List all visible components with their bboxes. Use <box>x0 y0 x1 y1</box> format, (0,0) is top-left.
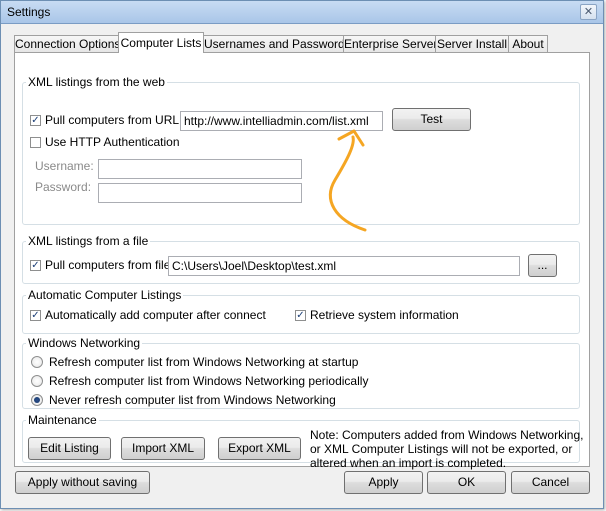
browse-button[interactable]: ... <box>528 254 557 277</box>
tab-connection-options[interactable]: Connection Options <box>14 35 120 52</box>
username-label: Username: <box>35 159 94 173</box>
pull-url-checkbox[interactable]: ✓ <box>30 115 41 126</box>
refresh-startup-radio[interactable] <box>31 356 43 368</box>
http-auth-checkbox[interactable] <box>30 137 41 148</box>
auto-listings-legend: Automatic Computer Listings <box>28 288 182 302</box>
test-button[interactable]: Test <box>392 108 471 131</box>
pull-file-label[interactable]: Pull computers from file: <box>45 258 174 272</box>
annotation-arrow <box>328 129 367 232</box>
auto-add-checkbox[interactable]: ✓ <box>30 310 41 321</box>
note-line: altered when an import is completed. <box>310 456 507 470</box>
tab-about[interactable]: About <box>508 35 548 52</box>
window-title: Settings <box>7 5 51 19</box>
settings-window: Settings ✕ Connection Options Computer L… <box>0 0 604 509</box>
tab-computer-lists[interactable]: Computer Lists <box>118 32 204 53</box>
checkmark-icon: ✓ <box>296 310 305 321</box>
title-bar[interactable]: Settings ✕ <box>1 1 603 24</box>
apply-without-saving-button[interactable]: Apply without saving <box>15 471 150 494</box>
auto-add-label[interactable]: Automatically add computer after connect <box>45 308 266 322</box>
checkmark-icon: ✓ <box>31 115 40 126</box>
retrieve-info-checkbox[interactable]: ✓ <box>295 310 306 321</box>
import-xml-button[interactable]: Import XML <box>121 437 205 460</box>
xml-file-legend: XML listings from a file <box>28 234 149 248</box>
tab-enterprise-server[interactable]: Enterprise Server <box>343 35 437 52</box>
arrow-shaft <box>328 135 367 232</box>
retrieve-info-label[interactable]: Retrieve system information <box>310 308 459 322</box>
http-auth-label[interactable]: Use HTTP Authentication <box>45 135 180 149</box>
refresh-startup-label[interactable]: Refresh computer list from Windows Netwo… <box>49 355 358 369</box>
arrow-head <box>337 129 365 147</box>
username-field[interactable] <box>98 159 302 179</box>
computer-lists-panel: XML listings from the web ✓ Pull compute… <box>14 52 590 470</box>
pull-file-checkbox[interactable]: ✓ <box>30 260 41 271</box>
edit-listing-button[interactable]: Edit Listing <box>28 437 111 460</box>
file-path-input[interactable]: C:\Users\Joel\Desktop\test.xml <box>168 256 520 276</box>
refresh-periodic-label[interactable]: Refresh computer list from Windows Netwo… <box>49 374 368 388</box>
windows-networking-legend: Windows Networking <box>28 336 141 350</box>
password-label: Password: <box>35 180 92 194</box>
export-xml-button[interactable]: Export XML <box>218 437 301 460</box>
tab-usernames-and-passwords[interactable]: Usernames and Passwords <box>203 35 351 52</box>
pull-url-label[interactable]: Pull computers from URL: <box>45 113 182 127</box>
checkmark-icon: ✓ <box>31 260 40 271</box>
dialog-client: Connection Options Computer Lists Userna… <box>2 24 602 508</box>
maintenance-legend: Maintenance <box>28 413 97 427</box>
xml-web-legend: XML listings from the web <box>28 75 165 89</box>
note-line: Note: Computers added from Windows Netwo… <box>310 428 584 442</box>
note-line: or XML Computer Listings will not be exp… <box>310 442 573 456</box>
tab-server-install[interactable]: Server Install <box>435 35 509 52</box>
password-field[interactable] <box>98 183 302 203</box>
never-refresh-radio[interactable] <box>31 394 43 406</box>
close-button[interactable]: ✕ <box>580 4 597 20</box>
cancel-button[interactable]: Cancel <box>511 471 590 494</box>
ok-button[interactable]: OK <box>427 471 506 494</box>
maintenance-note: Note: Computers added from Windows Netwo… <box>310 428 583 470</box>
apply-button[interactable]: Apply <box>344 471 423 494</box>
never-refresh-label[interactable]: Never refresh computer list from Windows… <box>49 393 336 407</box>
checkmark-icon: ✓ <box>31 310 40 321</box>
refresh-periodic-radio[interactable] <box>31 375 43 387</box>
close-icon: ✕ <box>583 6 594 18</box>
